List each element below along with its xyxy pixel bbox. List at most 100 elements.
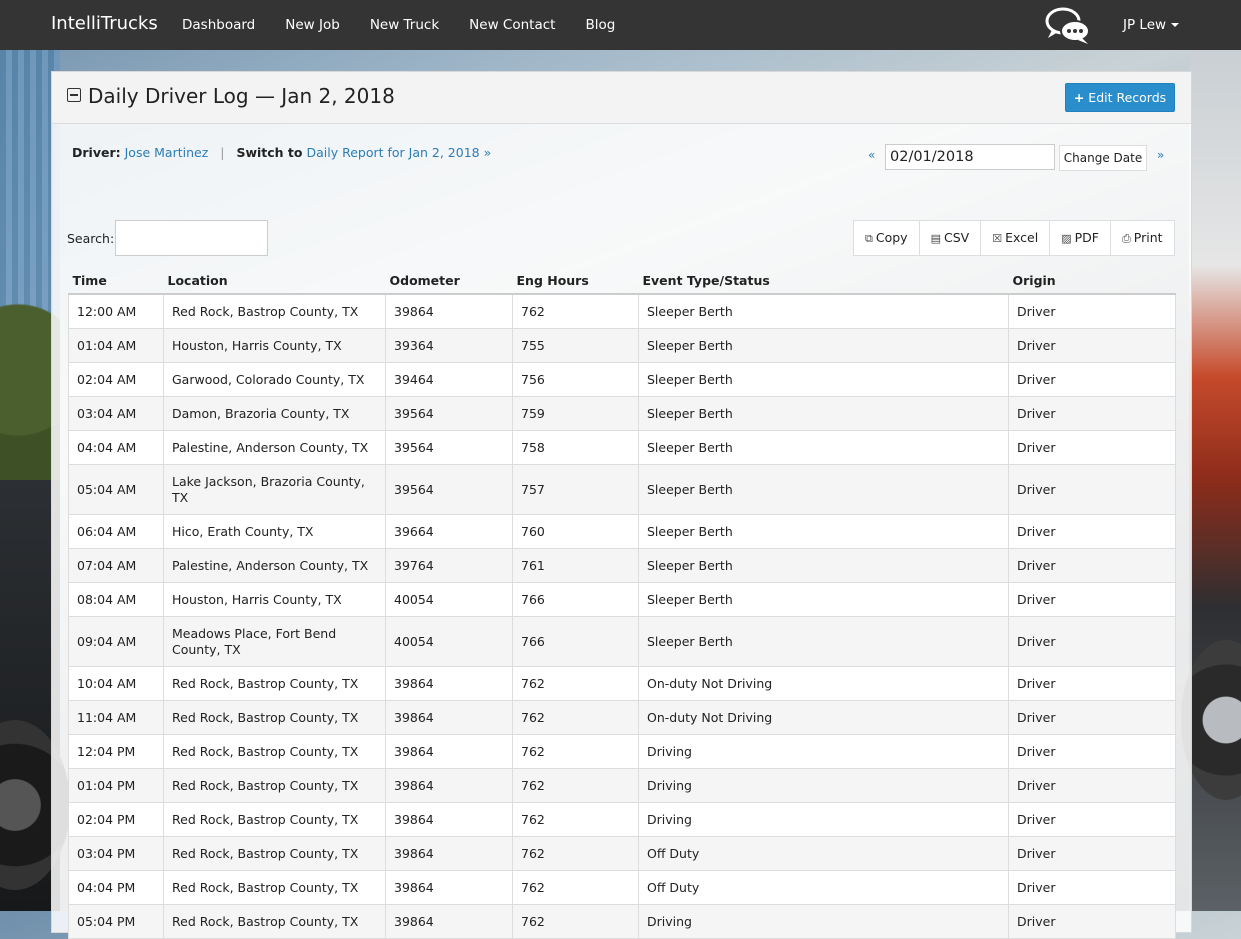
cell-location: Red Rock, Bastrop County, TX — [163, 836, 386, 871]
table-row[interactable]: 01:04 PM Red Rock, Bastrop County, TX 3986… — [68, 768, 1176, 803]
cell-odometer: 39464 — [385, 362, 513, 397]
change-date-button[interactable]: Change Date — [1059, 145, 1147, 171]
cell-location: Red Rock, Bastrop County, TX — [163, 734, 386, 769]
column-header-event-type[interactable]: Event Type/Status — [638, 267, 1009, 295]
table-row[interactable]: 01:04 AM Houston, Harris County, TX 39364 7… — [68, 328, 1176, 363]
cell-event-type: Driving — [638, 802, 1009, 837]
cell-time: 07:04 AM — [68, 548, 164, 583]
user-name: JP Lew — [1123, 17, 1167, 33]
cell-time: 04:04 AM — [68, 430, 164, 465]
cell-eng-hours: 758 — [512, 430, 639, 465]
chat-bubbles-icon[interactable] — [1044, 6, 1094, 46]
cell-origin: Driver — [1008, 430, 1176, 465]
nav-new-contact[interactable]: New Contact — [454, 0, 570, 50]
table-row[interactable]: 05:04 AM Lake Jackson, Brazoria County, T… — [68, 464, 1176, 515]
nav-new-truck[interactable]: New Truck — [355, 0, 454, 50]
table-row[interactable]: 03:04 AM Damon, Brazoria County, TX 39564 7… — [68, 396, 1176, 431]
column-header-origin[interactable]: Origin — [1008, 267, 1176, 295]
user-menu[interactable]: JP Lew — [1123, 0, 1180, 50]
cell-location: Red Rock, Bastrop County, TX — [163, 293, 386, 329]
cell-location: Red Rock, Bastrop County, TX — [163, 666, 386, 701]
table-row[interactable]: 07:04 AM Palestine, Anderson County, TX 39… — [68, 548, 1176, 583]
excel-button[interactable]: ☒ Excel — [980, 220, 1051, 256]
separator: | — [220, 145, 225, 160]
cell-odometer: 39664 — [385, 514, 513, 549]
previous-date-link[interactable]: « — [868, 148, 875, 162]
daily-log-panel: Daily Driver Log — Jan 2, 2018 + Edit Rec… — [51, 71, 1192, 939]
cell-event-type: Driving — [638, 904, 1009, 939]
cell-origin: Driver — [1008, 293, 1176, 329]
cell-location: Hico, Erath County, TX — [163, 514, 386, 549]
cell-origin: Driver — [1008, 870, 1176, 905]
nav-new-job[interactable]: New Job — [270, 0, 355, 50]
cell-event-type: On-duty Not Driving — [638, 666, 1009, 701]
cell-event-type: Sleeper Berth — [638, 293, 1009, 329]
cell-location: Red Rock, Bastrop County, TX — [163, 870, 386, 905]
cell-origin: Driver — [1008, 768, 1176, 803]
date-input[interactable] — [885, 144, 1055, 170]
cell-origin: Driver — [1008, 836, 1176, 871]
table-row[interactable]: 04:04 PM Red Rock, Bastrop County, TX 3986… — [68, 870, 1176, 905]
nav-blog[interactable]: Blog — [570, 0, 630, 50]
cell-event-type: Sleeper Berth — [638, 362, 1009, 397]
cell-eng-hours: 762 — [512, 870, 639, 905]
cell-time: 06:04 AM — [68, 514, 164, 549]
cell-location: Houston, Harris County, TX — [163, 328, 386, 363]
csv-button[interactable]: ▤ CSV — [918, 220, 982, 256]
print-label: Print — [1133, 230, 1163, 245]
print-button[interactable]: ⎙ Print — [1109, 220, 1175, 256]
column-header-location[interactable]: Location — [163, 267, 386, 295]
pdf-button[interactable]: ▨ PDF — [1049, 220, 1111, 256]
nav-dashboard[interactable]: Dashboard — [167, 0, 270, 50]
cell-origin: Driver — [1008, 904, 1176, 939]
cell-time: 02:04 AM — [68, 362, 164, 397]
table-row[interactable]: 08:04 AM Houston, Harris County, TX 40054 7… — [68, 582, 1176, 617]
copy-button[interactable]: ⧉ Copy — [853, 220, 920, 256]
driver-name-link[interactable]: Jose Martinez — [125, 145, 209, 160]
cell-odometer: 39564 — [385, 396, 513, 431]
table-row[interactable]: 09:04 AM Meadows Place, Fort Bend County,… — [68, 616, 1176, 667]
cell-time: 10:04 AM — [68, 666, 164, 701]
cell-time: 03:04 AM — [68, 396, 164, 431]
file-icon: ▤ — [930, 232, 941, 245]
cell-odometer: 39864 — [385, 666, 513, 701]
table-row[interactable]: 04:04 AM Palestine, Anderson County, TX 39… — [68, 430, 1176, 465]
table-row[interactable]: 06:04 AM Hico, Erath County, TX 39664 760 Sl… — [68, 514, 1176, 549]
table-row[interactable]: 03:04 PM Red Rock, Bastrop County, TX 3986… — [68, 836, 1176, 871]
brand-logo[interactable]: IntelliTrucks — [51, 13, 158, 34]
cell-odometer: 39364 — [385, 328, 513, 363]
daily-report-link[interactable]: Daily Report for Jan 2, 2018 » — [306, 145, 491, 160]
table-row[interactable]: 11:04 AM Red Rock, Bastrop County, TX 3986… — [68, 700, 1176, 735]
edit-records-button[interactable]: + Edit Records — [1065, 83, 1175, 112]
table-row[interactable]: 12:00 AM Red Rock, Bastrop County, TX 3986… — [68, 293, 1176, 329]
minus-square-icon[interactable] — [67, 88, 81, 102]
column-header-time[interactable]: Time — [68, 267, 164, 295]
cell-event-type: Sleeper Berth — [638, 328, 1009, 363]
cell-odometer: 39864 — [385, 734, 513, 769]
driver-log-table: Time Location Odometer Eng Hours Event T… — [68, 267, 1176, 939]
cell-origin: Driver — [1008, 666, 1176, 701]
next-date-link[interactable]: » — [1157, 148, 1164, 162]
table-row[interactable]: 12:04 PM Red Rock, Bastrop County, TX 3986… — [68, 734, 1176, 769]
cell-location: Garwood, Colorado County, TX — [163, 362, 386, 397]
cell-eng-hours: 757 — [512, 464, 639, 515]
cell-odometer: 39864 — [385, 836, 513, 871]
cell-time: 02:04 PM — [68, 802, 164, 837]
cell-odometer: 40054 — [385, 582, 513, 617]
cell-origin: Driver — [1008, 362, 1176, 397]
table-row[interactable]: 02:04 PM Red Rock, Bastrop County, TX 3986… — [68, 802, 1176, 837]
cell-eng-hours: 762 — [512, 700, 639, 735]
cell-eng-hours: 762 — [512, 836, 639, 871]
cell-event-type: Sleeper Berth — [638, 582, 1009, 617]
cell-time: 04:04 PM — [68, 870, 164, 905]
table-row[interactable]: 05:04 PM Red Rock, Bastrop County, TX 3986… — [68, 904, 1176, 939]
column-header-eng-hours[interactable]: Eng Hours — [512, 267, 639, 295]
cell-event-type: Sleeper Berth — [638, 616, 1009, 667]
table-row[interactable]: 02:04 AM Garwood, Colorado County, TX 3946… — [68, 362, 1176, 397]
copy-label: Copy — [875, 230, 908, 245]
table-row[interactable]: 10:04 AM Red Rock, Bastrop County, TX 3986… — [68, 666, 1176, 701]
search-input[interactable] — [115, 220, 268, 256]
cell-location: Red Rock, Bastrop County, TX — [163, 768, 386, 803]
column-header-odometer[interactable]: Odometer — [385, 267, 513, 295]
cell-eng-hours: 762 — [512, 293, 639, 329]
